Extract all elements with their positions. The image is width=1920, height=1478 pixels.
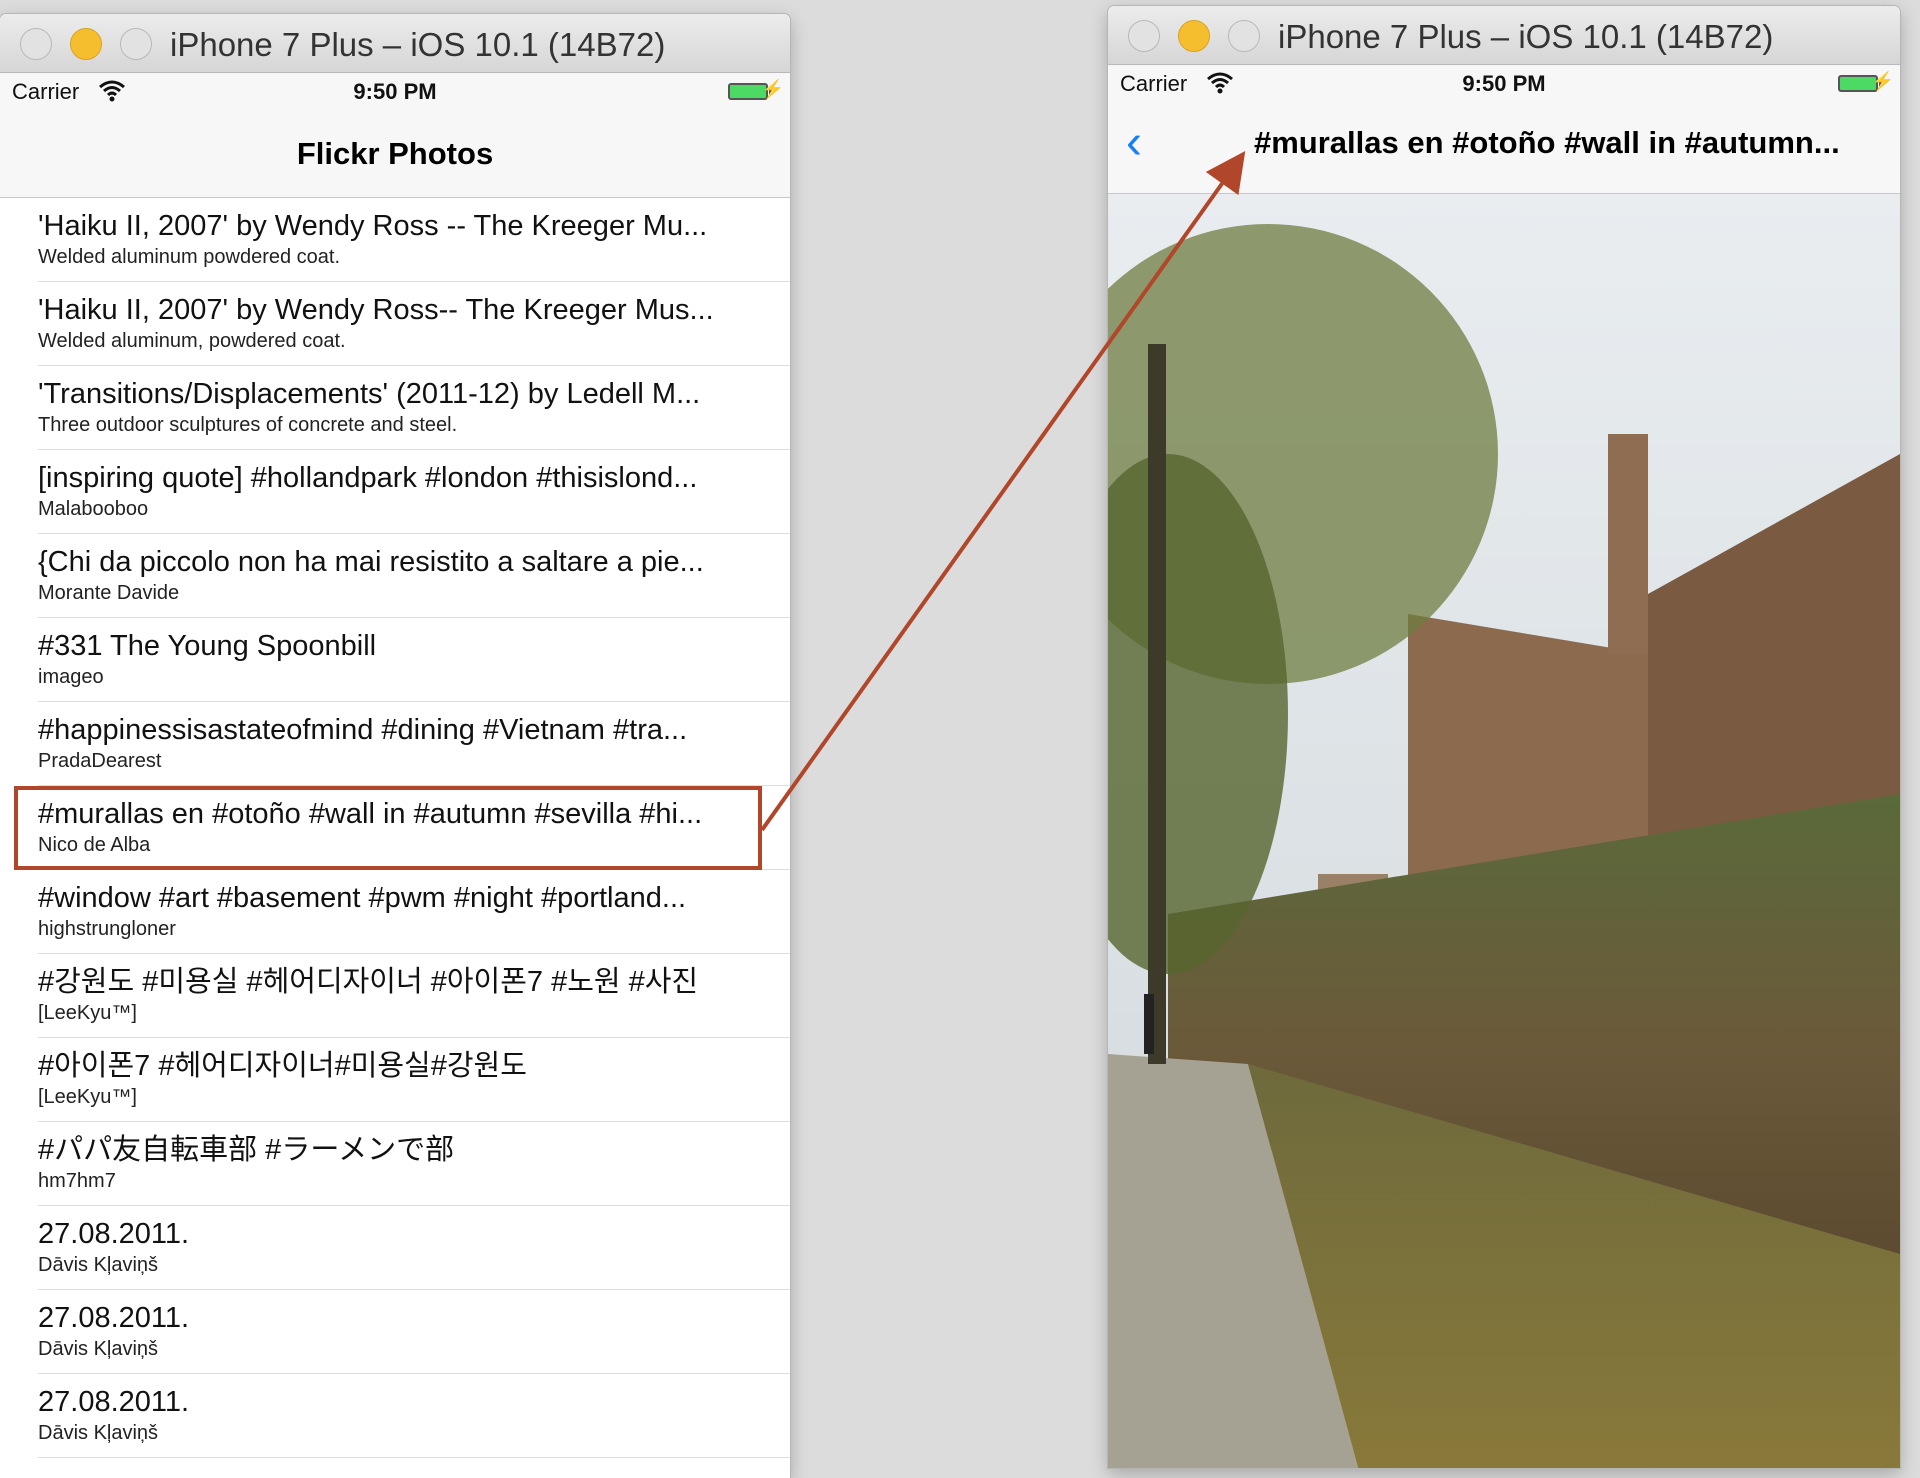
photo-row[interactable]: #강원도 #미용실 #헤어디자이너 #아이폰7 #노원 #사진 [LeeKyu™] xyxy=(38,954,790,1038)
photo-subtitle: [LeeKyu™] xyxy=(38,1086,137,1108)
photo-title: 'Haiku II, 2007' by Wendy Ross -- The Kr… xyxy=(38,210,708,242)
nav-title: #murallas en #otoño #wall in #autumn... xyxy=(1254,125,1840,160)
photo-row[interactable]: #パパ友自転車部 #ラーメンで部 hm7hm7 xyxy=(38,1122,790,1206)
photo-subtitle: highstrungloner xyxy=(38,918,176,940)
close-button[interactable] xyxy=(20,28,52,60)
photo-subtitle: Morante Davide xyxy=(38,582,180,604)
window-title: iPhone 7 Plus – iOS 10.1 (14B72) xyxy=(170,26,666,63)
photo-title: 27.08.2011. xyxy=(38,1386,190,1418)
photo-row[interactable]: 27.08.2011. Dāvis Kļaviņš xyxy=(38,1290,790,1374)
photo-row[interactable]: #happinessisastateofmind #dining #Vietna… xyxy=(38,702,790,786)
photo-title: #パパ友自転車部 #ラーメンで部 xyxy=(38,1134,455,1166)
photo-title: #window #art #basement #pwm #night #port… xyxy=(38,882,687,914)
minimize-button[interactable] xyxy=(1178,20,1210,52)
window-titlebar[interactable]: iPhone 7 Plus – iOS 10.1 (14B72) xyxy=(0,14,790,73)
charging-icon: ⚡ xyxy=(761,79,784,99)
photo-subtitle: Welded aluminum powdered coat. xyxy=(38,246,341,268)
status-bar: Carrier 9:50 PM ⚡ xyxy=(0,73,790,111)
photo-title: #331 The Young Spoonbill xyxy=(38,630,377,662)
photo-row[interactable]: 'Haiku II, 2007' by Wendy Ross -- The Kr… xyxy=(38,198,790,282)
close-button[interactable] xyxy=(1128,20,1160,52)
status-bar: Carrier 9:50 PM ⚡ xyxy=(1108,65,1900,103)
photo-title: #happinessisastateofmind #dining #Vietna… xyxy=(38,714,688,746)
photo-title: #murallas en #otoño #wall in #autumn #se… xyxy=(38,798,703,830)
photo-title: 27.08.2011. xyxy=(38,1218,190,1250)
window-title: iPhone 7 Plus – iOS 10.1 (14B72) xyxy=(1278,18,1774,55)
zoom-button[interactable] xyxy=(120,28,152,60)
photo-row[interactable]: 27.08.2011. Dāvis Kļaviņš xyxy=(38,1374,790,1458)
photo-subtitle: Malabooboo xyxy=(38,498,149,520)
photo-subtitle: Dāvis Kļaviņš xyxy=(38,1338,159,1360)
traffic-lights xyxy=(1128,20,1260,52)
photo-title: 'Transitions/Displacements' (2011-12) by… xyxy=(38,378,701,410)
simulator-window-right: iPhone 7 Plus – iOS 10.1 (14B72) Carrier… xyxy=(1108,6,1900,1468)
nav-bar: Flickr Photos xyxy=(0,111,790,198)
photo-subtitle: [LeeKyu™] xyxy=(38,1002,137,1024)
photo-illustration xyxy=(1108,194,1900,1468)
photo-subtitle: Dāvis Kļaviņš xyxy=(38,1254,159,1276)
photo-subtitle: Nico de Alba xyxy=(38,834,151,856)
photo-subtitle: Welded aluminum, powdered coat. xyxy=(38,330,346,352)
photo-row[interactable]: #window #art #basement #pwm #night #port… xyxy=(38,870,790,954)
photo-row[interactable]: 27.08.2011. Dāvis Kļaviņš xyxy=(38,1206,790,1290)
chevron-left-icon[interactable]: ‹ xyxy=(1126,119,1142,167)
photo-title: 'Haiku II, 2007' by Wendy Ross-- The Kre… xyxy=(38,294,714,326)
charging-icon: ⚡ xyxy=(1871,71,1894,91)
nav-bar: ‹ #murallas en #otoño #wall in #autumn..… xyxy=(1108,103,1900,194)
photo-subtitle: imageo xyxy=(38,666,104,688)
photo-title: 27.08.2011. xyxy=(38,1302,190,1334)
photo-subtitle: Three outdoor sculptures of concrete and… xyxy=(38,414,458,436)
status-time: 9:50 PM xyxy=(1462,71,1546,96)
nav-title: Flickr Photos xyxy=(296,136,494,171)
photo-row[interactable]: 'Transitions/Displacements' (2011-12) by… xyxy=(38,366,790,450)
photo-row[interactable]: 'Haiku II, 2007' by Wendy Ross-- The Kre… xyxy=(38,282,790,366)
photo-subtitle: PradaDearest xyxy=(38,750,162,772)
photo-subtitle: Dāvis Kļaviņš xyxy=(38,1422,159,1444)
photo-table[interactable]: 'Haiku II, 2007' by Wendy Ross -- The Kr… xyxy=(0,198,790,1458)
photo-row[interactable]: #331 The Young Spoonbill imageo xyxy=(38,618,790,702)
photo-row[interactable]: {Chi da piccolo non ha mai resistito a s… xyxy=(38,534,790,618)
window-titlebar[interactable]: iPhone 7 Plus – iOS 10.1 (14B72) xyxy=(1108,6,1900,65)
status-time: 9:50 PM xyxy=(353,79,437,104)
simulator-window-left: iPhone 7 Plus – iOS 10.1 (14B72) Carrier… xyxy=(0,14,790,1478)
photo-title: [inspiring quote] #hollandpark #london #… xyxy=(38,462,698,494)
photo-title: #아이폰7 #헤어디자이너#미용실#강원도 xyxy=(38,1050,527,1082)
minimize-button[interactable] xyxy=(70,28,102,60)
zoom-button[interactable] xyxy=(1228,20,1260,52)
photo-row[interactable]: #아이폰7 #헤어디자이너#미용실#강원도 [LeeKyu™] xyxy=(38,1038,790,1122)
photo-row[interactable]: [inspiring quote] #hollandpark #london #… xyxy=(38,450,790,534)
photo-image xyxy=(1108,194,1900,1468)
photo-title: {Chi da piccolo non ha mai resistito a s… xyxy=(38,546,704,578)
photo-title: #강원도 #미용실 #헤어디자이너 #아이폰7 #노원 #사진 xyxy=(38,966,699,998)
traffic-lights xyxy=(20,28,152,60)
photo-subtitle: hm7hm7 xyxy=(38,1170,116,1192)
photo-row[interactable]: #murallas en #otoño #wall in #autumn #se… xyxy=(38,786,790,870)
